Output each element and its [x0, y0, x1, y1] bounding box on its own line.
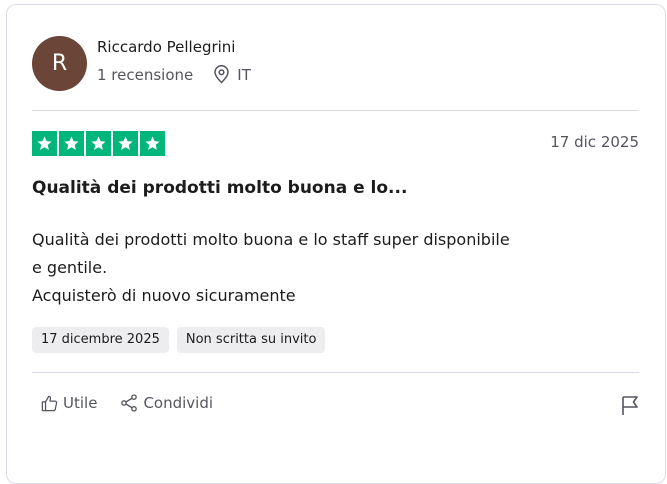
useful-label: Utile — [63, 394, 98, 412]
share-icon — [119, 393, 143, 413]
star-icon — [86, 131, 111, 156]
star-icon — [113, 131, 138, 156]
reviewer-country: IT — [237, 65, 251, 84]
review-title[interactable]: Qualità dei prodotti molto buona e lo... — [32, 178, 407, 198]
star-icon — [140, 131, 165, 156]
share-button[interactable]: Condividi — [119, 393, 213, 413]
review-actions: Utile Condividi — [40, 393, 213, 413]
location-pin-icon — [213, 65, 230, 84]
divider — [32, 372, 639, 373]
review-body-line: e gentile. — [32, 258, 108, 277]
reviewer-name[interactable]: Riccardo Pellegrini — [97, 38, 235, 56]
share-label: Condividi — [143, 394, 214, 412]
avatar[interactable]: R — [32, 36, 87, 91]
reviewer-meta: 1 recensione IT — [97, 65, 251, 84]
experience-date-badge: 17 dicembre 2025 — [32, 327, 169, 353]
review-body: Qualità dei prodotti molto buona e lo st… — [32, 226, 612, 310]
review-body-line: Acquisterò di nuovo sicuramente — [32, 286, 296, 305]
star-icon — [32, 131, 57, 156]
flag-icon[interactable] — [620, 395, 640, 420]
star-rating — [32, 131, 165, 156]
star-icon — [59, 131, 84, 156]
not-invited-badge: Non scritta su invito — [176, 327, 326, 353]
review-date: 17 dic 2025 — [550, 133, 639, 151]
divider — [32, 110, 639, 111]
review-body-line: Qualità dei prodotti molto buona e lo st… — [32, 230, 510, 249]
review-tags: 17 dicembre 2025 Non scritta su invito — [32, 327, 326, 353]
useful-button[interactable]: Utile — [40, 394, 97, 413]
review-count: 1 recensione — [97, 65, 194, 84]
thumbs-up-icon — [40, 394, 63, 413]
